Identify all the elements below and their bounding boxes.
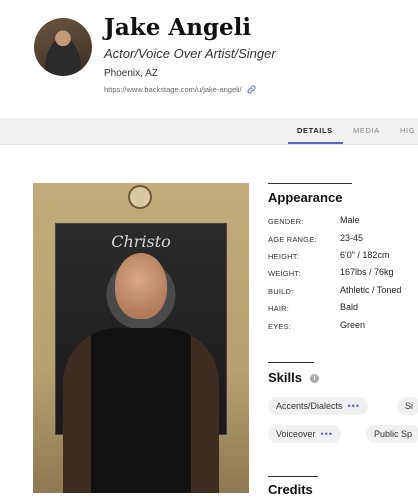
skill-level-dots: ••• bbox=[320, 429, 333, 439]
height-label: HEIGHT: bbox=[268, 252, 299, 261]
skill-chip-label: Si bbox=[405, 401, 414, 411]
tab-highlights[interactable]: HIG bbox=[400, 126, 415, 135]
build-label: BUILD: bbox=[268, 287, 294, 296]
age-range-label: AGE RANGE: bbox=[268, 235, 317, 244]
tab-details[interactable]: DETAILS bbox=[297, 126, 333, 135]
person-head bbox=[115, 253, 167, 319]
skill-chip-label: Public Sp bbox=[374, 429, 413, 439]
skill-chip-label: Voiceover bbox=[276, 429, 316, 439]
build-value: Athletic / Toned bbox=[340, 285, 402, 295]
link-icon[interactable] bbox=[246, 84, 257, 95]
eyes-label: EYES: bbox=[268, 322, 292, 331]
profile-url[interactable]: https://www.backstage.com/u/jake-angeli/ bbox=[104, 85, 242, 94]
eyes-value: Green bbox=[340, 320, 366, 330]
hair-value: Bald bbox=[340, 302, 359, 312]
active-tab-indicator bbox=[288, 142, 343, 144]
skill-chip-public-speaking[interactable]: Public Sp bbox=[366, 425, 418, 443]
poster-text: Christo bbox=[111, 232, 171, 251]
profile-url-row: https://www.backstage.com/u/jake-angeli/ bbox=[104, 84, 257, 95]
height-value: 6'0" / 182cm bbox=[340, 250, 390, 260]
skill-chip-singing[interactable]: Si bbox=[397, 397, 418, 415]
profile-avatar bbox=[34, 18, 92, 76]
skill-chip-label: Accents/Dialects bbox=[276, 401, 343, 411]
hair-label: HAIR: bbox=[268, 304, 290, 313]
age-range-value: 23-45 bbox=[340, 233, 364, 243]
skill-chip-accents[interactable]: Accents/Dialects ••• bbox=[268, 397, 368, 415]
credits-divider bbox=[268, 476, 318, 477]
profile-location: Phoenix, AZ bbox=[104, 68, 158, 79]
profile-roles: Actor/Voice Over Artist/Singer bbox=[104, 46, 276, 61]
wall-clock-image bbox=[128, 185, 152, 209]
appearance-title: Appearance bbox=[268, 190, 343, 205]
weight-label: WEIGHT: bbox=[268, 269, 301, 278]
info-icon[interactable]: i bbox=[310, 374, 319, 383]
skills-title: Skills bbox=[268, 370, 302, 385]
credits-title: Credits bbox=[268, 482, 313, 497]
skill-chip-voiceover[interactable]: Voiceover ••• bbox=[268, 425, 341, 443]
person-body bbox=[63, 328, 219, 493]
appearance-divider bbox=[268, 183, 352, 184]
skill-level-dots: ••• bbox=[347, 401, 360, 411]
profile-photo[interactable]: Christo bbox=[33, 183, 249, 493]
profile-name: Jake Angeli bbox=[104, 14, 252, 41]
weight-value: 167lbs / 76kg bbox=[340, 267, 394, 277]
skills-divider bbox=[268, 362, 314, 363]
tab-media[interactable]: MEDIA bbox=[353, 126, 380, 135]
profile-tabbar: DETAILS MEDIA HIG bbox=[0, 118, 418, 145]
gender-label: GENDER: bbox=[268, 217, 304, 226]
gender-value: Male bbox=[340, 215, 360, 225]
